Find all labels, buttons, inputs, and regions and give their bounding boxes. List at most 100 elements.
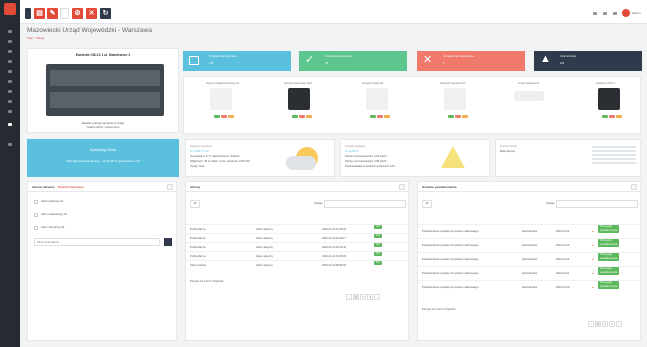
checkbox[interactable] (34, 200, 38, 204)
table-row[interactable]: Powiadomienie wysłane do systemu alarmow… (418, 252, 640, 266)
stat-card-switches[interactable]: Przełączniki aktywne 7/8 (183, 51, 291, 71)
page-size-select[interactable]: 10 (422, 200, 432, 208)
sidebar-icon[interactable] (8, 143, 12, 146)
app-logo[interactable] (4, 3, 16, 15)
sidebar-icon[interactable] (8, 110, 12, 113)
pagination-page[interactable]: 1 (353, 294, 359, 300)
table-row[interactable]: Próba Alarmu Alarm aktywny 2022-04-14 10:2… (186, 224, 408, 233)
table-row[interactable]: Powiadomienie wysłane do systemu alarmow… (418, 280, 640, 294)
table-row[interactable]: Alarm testowy Alarm aktywny 2022-04-10 08:… (186, 260, 408, 269)
sidebar-icon[interactable] (8, 50, 12, 53)
minimize-icon[interactable] (631, 184, 637, 190)
toolbar-button-1[interactable]: ▤ (34, 8, 45, 19)
weather-heading: Stacja Pogodowa (190, 144, 212, 148)
distribution-title: Dystrybucja Treści (89, 148, 117, 152)
status-badge: OK (374, 261, 382, 265)
menu-button[interactable] (25, 8, 31, 19)
table-row[interactable]: Próba Alarmu Alarm aktywny 2022-04-13 11:4… (186, 233, 408, 242)
distribution-card[interactable]: Dystrybucja Treści Sieć Dynamiczna Syren… (27, 139, 179, 177)
weather-line: Temperatura: 8 °C, Zachmurzenie: Średnie (190, 155, 240, 158)
status-badge: OK (374, 225, 382, 229)
page-size-select[interactable]: 10 (190, 200, 200, 208)
tile-caption: Stacja Pogodowa 01 (440, 81, 466, 85)
device-caption-2: Ostatni odczyt: 1 dzień temu (86, 126, 120, 129)
search-input[interactable] (556, 200, 638, 208)
sidebar-icon-active[interactable] (8, 123, 12, 126)
pagination-page[interactable]: 1 (595, 321, 601, 327)
toolbar-button-3[interactable] (60, 8, 69, 19)
user-icon[interactable] (613, 12, 617, 15)
alarms-panel: Alarmy 10 Szukaj: Próba Alarmu Alarm akty… (185, 181, 409, 341)
stat-card-active[interactable]: ✓ Urządzenia aktywne 15 (299, 51, 407, 71)
minimize-icon[interactable] (399, 184, 405, 190)
pagination-prev[interactable]: ‹ (346, 294, 352, 300)
table-row[interactable]: Powiadomienie wysłane do systemu alarmow… (418, 266, 640, 280)
top-bar: ▤ ✎ ⚙ ✕ ↻ Admin (20, 0, 647, 24)
toolbar-button-2[interactable]: ✎ (47, 8, 58, 19)
alarm-search-input[interactable] (34, 238, 160, 246)
sidebar-icon[interactable] (8, 100, 12, 103)
minimize-icon[interactable] (167, 184, 173, 190)
pagination-prev[interactable]: ‹ (588, 321, 594, 327)
radiation-line: Poziom promieniowania: 0,09 µSv/h (345, 155, 387, 158)
settings-icon[interactable] (593, 12, 597, 15)
speaker-icon[interactable] (210, 88, 232, 110)
search-input[interactable] (324, 200, 406, 208)
status-badge: OK (374, 243, 382, 247)
monitor-icon (189, 56, 199, 65)
sidebar-icon[interactable] (8, 70, 12, 73)
pagination-page[interactable]: 2 (602, 321, 608, 327)
warning-icon: ▲ (540, 53, 551, 65)
pagination-page[interactable]: 3 (367, 294, 373, 300)
stat-value: 7/8 (209, 61, 214, 65)
table-row[interactable]: Powiadomienie wysłane do systemu alarmow… (418, 224, 640, 238)
weather-line: Opady: brak (190, 165, 205, 168)
stat-value: 15 (325, 61, 329, 65)
toolbar-button-4[interactable]: ⚙ (72, 8, 83, 19)
radiation-icon (441, 146, 465, 168)
table-row[interactable]: Powiadomienie wysłane do systemu alarmow… (418, 238, 640, 252)
sensor-icon[interactable] (366, 88, 388, 110)
sidebar-icon[interactable] (8, 90, 12, 93)
ups-icon[interactable] (598, 88, 620, 110)
weather-card: Stacja Pogodowa ok 10,58 % 1.42 Temperat… (185, 139, 335, 177)
power-line-icon[interactable] (514, 91, 544, 101)
pagination-page[interactable]: 2 (360, 294, 366, 300)
alarm-item[interactable]: Alarm ewakuacyjny 01 (41, 213, 67, 216)
send-button[interactable] (164, 238, 172, 246)
status-badge: OK (374, 252, 382, 256)
close-icon[interactable]: ✕ (86, 8, 97, 19)
checkbox[interactable] (34, 226, 38, 230)
pagination-next[interactable]: › (616, 321, 622, 327)
sidebar-icon[interactable] (8, 30, 12, 33)
checkbox[interactable] (34, 213, 38, 217)
water-heading: Poziom Wody (500, 144, 518, 148)
stat-label: Ostrzeżenia (560, 54, 577, 58)
sidebar-icon[interactable] (8, 80, 12, 83)
user-name[interactable]: Admin (632, 11, 641, 15)
weather-line: Wilgotność: 45 %, Wiatr: 4 m/s, Ciśnieni… (190, 160, 250, 163)
table-row[interactable]: Próba Alarmu Alarm aktywny 2022-04-12 09:1… (186, 242, 408, 251)
table-footer: Pozycje od 1 do 5 z 5 łącznie (422, 308, 456, 311)
panel-title: Ostatnie powiadomienia (418, 182, 640, 192)
alarm-item[interactable]: Alarm pożarowy 01 (41, 200, 63, 203)
pagination-page[interactable]: 3 (609, 321, 615, 327)
mail-icon[interactable] (603, 12, 607, 15)
radiation-heading: Czujnik Radiacji (345, 144, 365, 148)
breadcrumb[interactable]: Start / Stacja (27, 36, 44, 40)
refresh-icon[interactable]: ↻ (100, 8, 111, 19)
siren-icon[interactable] (288, 88, 310, 110)
stat-value: 1 (443, 61, 445, 65)
page-title: Mazowiecki Urząd Wojewódzki - Warszawa (27, 27, 152, 34)
weather-station-icon[interactable] (444, 88, 466, 110)
pagination-next[interactable]: › (374, 294, 380, 300)
stat-card-inactive[interactable]: ✕ Urządzenia nieaktywne 1 (417, 51, 525, 71)
stat-card-warnings[interactable]: ▲ Ostrzeżenia 2/3 (534, 51, 642, 71)
table-row[interactable]: Próba Alarmu Alarm aktywny 2022-04-11 14:0… (186, 251, 408, 260)
alarm-item[interactable]: Alarm chemiczny 01 (41, 226, 64, 229)
panel-title: Alarmy (186, 182, 408, 192)
sidebar-icon[interactable] (8, 60, 12, 63)
details-button: Szczegóły powiadomienia (598, 253, 620, 261)
avatar[interactable] (622, 9, 630, 17)
sidebar-icon[interactable] (8, 40, 12, 43)
